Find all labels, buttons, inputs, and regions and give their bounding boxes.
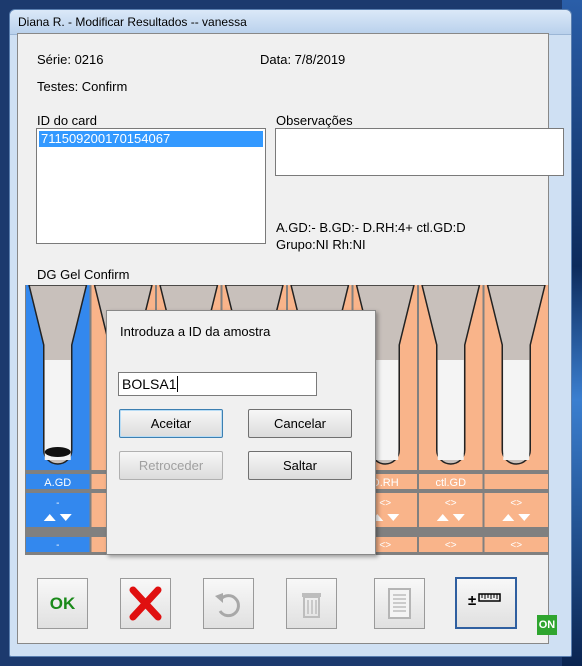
gel-column-fill — [372, 360, 399, 460]
report-button[interactable] — [374, 578, 425, 629]
card-id-list[interactable]: 711509200170154067 — [36, 128, 266, 244]
gel-card-label: DG Gel Confirm — [37, 267, 130, 282]
gel-column-name: ctl.GD — [435, 477, 466, 489]
gel-column-fill — [437, 360, 464, 460]
trash-icon — [302, 593, 321, 618]
sample-id-input[interactable]: BOLSA1 — [118, 372, 317, 396]
gel-result-text: <> — [445, 498, 457, 509]
gel-pellet — [44, 447, 71, 457]
undo-icon — [215, 593, 240, 618]
date-label: Data: 7/8/2019 — [260, 52, 346, 67]
results-line-1: A.GD:- B.GD:- D.RH:4+ ctl.GD:D — [276, 220, 466, 235]
skip-button[interactable]: Saltar — [248, 451, 352, 480]
results-line-2: Grupo:NI Rh:NI — [276, 237, 366, 252]
serie-label: Série: 0216 — [37, 52, 104, 67]
gel-result-text: - — [56, 498, 59, 509]
gel-value-text: - — [56, 540, 59, 551]
gel-value-text: <> — [445, 540, 457, 551]
gel-column-fill — [44, 360, 71, 460]
dialog-prompt: Introduza a ID da amostra — [120, 324, 271, 339]
gel-column-name: A.GD — [44, 477, 71, 489]
online-badge: ON — [537, 615, 557, 635]
document-icon — [388, 588, 411, 619]
back-button[interactable]: Retroceder — [119, 451, 223, 480]
gel-result-text: <> — [510, 498, 522, 509]
cancel-button[interactable]: Cancelar — [248, 409, 352, 438]
svg-text:±: ± — [468, 592, 476, 609]
gel-value-text: <> — [510, 540, 522, 551]
gel-value-text: <> — [379, 540, 391, 551]
testes-label: Testes: Confirm — [37, 79, 128, 94]
observacoes-label: Observações — [276, 113, 353, 128]
delete-button[interactable] — [286, 578, 337, 629]
title-bar[interactable]: Diana R. - Modificar Resultados -- vanes… — [10, 10, 571, 35]
ok-button[interactable]: OK — [37, 578, 88, 629]
sample-id-value: BOLSA1 — [122, 376, 177, 392]
text-caret — [177, 376, 179, 392]
cancel-x-button[interactable] — [120, 578, 171, 629]
gel-result-text: <> — [379, 498, 391, 509]
gel-column-fill — [503, 360, 530, 460]
card-id-item[interactable]: 711509200170154067 — [39, 131, 263, 147]
adjust-button[interactable]: ± — [455, 577, 517, 629]
ok-icon: OK — [49, 594, 76, 613]
undo-button[interactable] — [203, 578, 254, 629]
accept-button[interactable]: Aceitar — [119, 409, 223, 438]
observacoes-field[interactable] — [275, 128, 564, 176]
window-title: Diana R. - Modificar Resultados -- vanes… — [18, 15, 247, 29]
card-id-label: ID do card — [37, 113, 97, 128]
sample-id-dialog: Introduza a ID da amostra BOLSA1 Aceitar… — [106, 310, 376, 555]
plus-minus-ruler-icon: ± — [468, 592, 501, 609]
cancel-x-icon — [129, 586, 162, 621]
gel-name-cell — [484, 474, 548, 489]
